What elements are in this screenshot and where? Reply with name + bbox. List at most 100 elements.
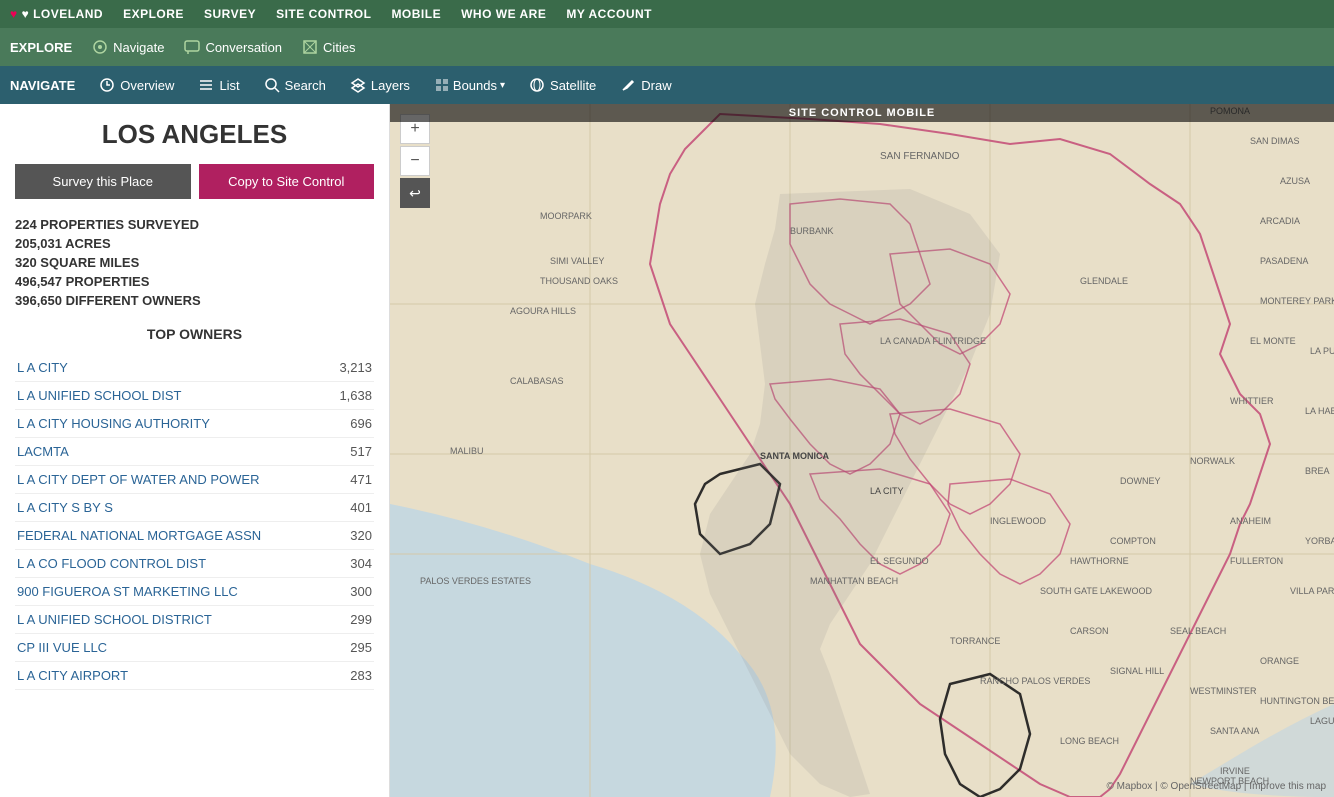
owner-count: 304 [328, 550, 374, 578]
owner-count: 295 [328, 634, 374, 662]
top-nav-explore[interactable]: EXPLORE [123, 7, 184, 21]
search-label: Search [285, 78, 326, 93]
bounds-dropdown-arrow: ▾ [500, 80, 505, 91]
back-button[interactable]: ↩ [400, 178, 430, 208]
svg-text:HUNTINGTON BEACH: HUNTINGTON BEACH [1260, 696, 1334, 706]
svg-text:NORWALK: NORWALK [1190, 456, 1235, 466]
bounds-label: Bounds [453, 78, 497, 93]
list-nav-item[interactable]: List [188, 73, 249, 97]
owner-name[interactable]: L A CO FLOOD CONTROL DIST [15, 550, 328, 578]
survey-button[interactable]: Survey this Place [15, 164, 191, 199]
table-row: L A CITY AIRPORT 283 [15, 662, 374, 690]
search-nav-item[interactable]: Search [254, 73, 336, 97]
table-row: L A CITY DEPT OF WATER AND POWER 471 [15, 466, 374, 494]
svg-text:BURBANK: BURBANK [790, 226, 834, 236]
zoom-out-button[interactable]: − [400, 146, 430, 176]
svg-text:SOUTH GATE: SOUTH GATE [1040, 586, 1098, 596]
owner-name[interactable]: L A CITY S BY S [15, 494, 328, 522]
owners-table: L A CITY 3,213 L A UNIFIED SCHOOL DIST 1… [15, 354, 374, 690]
satellite-nav-item[interactable]: Satellite [519, 73, 606, 97]
top-nav-my-account[interactable]: MY ACCOUNT [566, 7, 652, 21]
top-nav-mobile[interactable]: MOBILE [391, 7, 441, 21]
bounds-nav-item[interactable]: Bounds ▾ [424, 73, 515, 97]
svg-text:INGLEWOOD: INGLEWOOD [990, 516, 1047, 526]
svg-text:LA CITY: LA CITY [870, 486, 904, 496]
top-nav-survey[interactable]: SURVEY [204, 7, 256, 21]
svg-text:MOORPARK: MOORPARK [540, 211, 592, 221]
copy-to-site-control-button[interactable]: Copy to Site Control [199, 164, 375, 199]
svg-text:SANTA ANA: SANTA ANA [1210, 726, 1259, 736]
owner-name[interactable]: L A UNIFIED SCHOOL DISTRICT [15, 606, 328, 634]
table-row: L A CITY S BY S 401 [15, 494, 374, 522]
satellite-label: Satellite [550, 78, 596, 93]
main-content: LOS ANGELES Survey this Place Copy to Si… [0, 104, 1334, 797]
svg-text:ANAHEIM: ANAHEIM [1230, 516, 1271, 526]
layers-label: Layers [371, 78, 410, 93]
search-icon [264, 77, 280, 93]
owner-count: 517 [328, 438, 374, 466]
overview-icon [99, 77, 115, 93]
owner-name[interactable]: FEDERAL NATIONAL MORTGAGE ASSN [15, 522, 328, 550]
table-row: L A UNIFIED SCHOOL DIST 1,638 [15, 382, 374, 410]
layers-nav-item[interactable]: Layers [340, 73, 420, 97]
top-nav-site-control[interactable]: SITE CONTROL [276, 7, 371, 21]
stat-acres: 205,031 ACRES [15, 236, 374, 251]
svg-text:MONTEREY PARK: MONTEREY PARK [1260, 296, 1334, 306]
stat-properties-surveyed: 224 PROPERTIES SURVEYED [15, 217, 374, 232]
svg-text:FULLERTON: FULLERTON [1230, 556, 1283, 566]
svg-text:CALABASAS: CALABASAS [510, 376, 564, 386]
svg-text:EL MONTE: EL MONTE [1250, 336, 1296, 346]
owner-name[interactable]: L A CITY DEPT OF WATER AND POWER [15, 466, 328, 494]
owner-name[interactable]: CP III VUE LLC [15, 634, 328, 662]
overview-label: Overview [120, 78, 174, 93]
owner-name[interactable]: L A CITY AIRPORT [15, 662, 328, 690]
svg-text:MALIBU: MALIBU [450, 446, 484, 456]
owner-count: 320 [328, 522, 374, 550]
cities-label: Cities [323, 40, 356, 55]
owner-count: 1,638 [328, 382, 374, 410]
sidebar: LOS ANGELES Survey this Place Copy to Si… [0, 104, 390, 797]
list-label: List [219, 78, 239, 93]
svg-text:AGOURA HILLS: AGOURA HILLS [510, 306, 576, 316]
svg-text:YORBA LINDA: YORBA LINDA [1305, 536, 1334, 546]
svg-text:THOUSAND OAKS: THOUSAND OAKS [540, 276, 618, 286]
svg-text:EL SEGUNDO: EL SEGUNDO [870, 556, 929, 566]
map-attribution: © Mapbox | © OpenStreetMap | Improve thi… [1107, 781, 1326, 792]
svg-text:SIGNAL HILL: SIGNAL HILL [1110, 666, 1164, 676]
stat-properties: 496,547 PROPERTIES [15, 274, 374, 289]
owner-name[interactable]: LACMTA [15, 438, 328, 466]
owner-name[interactable]: L A UNIFIED SCHOOL DIST [15, 382, 328, 410]
svg-text:GLENDALE: GLENDALE [1080, 276, 1128, 286]
owner-name[interactable]: L A CITY [15, 354, 328, 382]
draw-nav-item[interactable]: Draw [610, 73, 681, 97]
owner-name[interactable]: 900 FIGUEROA ST MARKETING LLC [15, 578, 328, 606]
svg-text:CARSON: CARSON [1070, 626, 1109, 636]
svg-text:HAWTHORNE: HAWTHORNE [1070, 556, 1129, 566]
svg-text:SEAL BEACH: SEAL BEACH [1170, 626, 1226, 636]
heart-icon: ♥ [10, 7, 18, 21]
svg-text:VILLA PARK: VILLA PARK [1290, 586, 1334, 596]
site-control-banner: SITE CONTROL MOBILE [390, 104, 1334, 122]
svg-text:ARCADIA: ARCADIA [1260, 216, 1300, 226]
svg-text:LAKEWOOD: LAKEWOOD [1100, 586, 1153, 596]
brand-logo[interactable]: ♥ ♥ LOVELAND [10, 7, 103, 21]
navigate-nav-item[interactable]: Navigate [92, 39, 164, 55]
draw-label: Draw [641, 78, 671, 93]
navigate-section-label: NAVIGATE [10, 78, 75, 93]
owner-name[interactable]: L A CITY HOUSING AUTHORITY [15, 410, 328, 438]
map-controls: + − ↩ [400, 114, 430, 208]
table-row: 900 FIGUEROA ST MARKETING LLC 300 [15, 578, 374, 606]
overview-nav-item[interactable]: Overview [89, 73, 184, 97]
table-row: FEDERAL NATIONAL MORTGAGE ASSN 320 [15, 522, 374, 550]
second-navigation: EXPLORE Navigate Conversation Cities [0, 28, 1334, 66]
table-row: L A CO FLOOD CONTROL DIST 304 [15, 550, 374, 578]
bounds-icon [434, 77, 450, 93]
svg-text:RANCHO PALOS VERDES: RANCHO PALOS VERDES [980, 676, 1090, 686]
top-nav-who-we-are[interactable]: WHO WE ARE [461, 7, 546, 21]
conversation-nav-item[interactable]: Conversation [184, 39, 282, 55]
third-navigation: NAVIGATE Overview List Search Layers Bou… [0, 66, 1334, 104]
owner-count: 283 [328, 662, 374, 690]
stat-different-owners: 396,650 DIFFERENT OWNERS [15, 293, 374, 308]
table-row: CP III VUE LLC 295 [15, 634, 374, 662]
cities-nav-item[interactable]: Cities [302, 39, 356, 55]
